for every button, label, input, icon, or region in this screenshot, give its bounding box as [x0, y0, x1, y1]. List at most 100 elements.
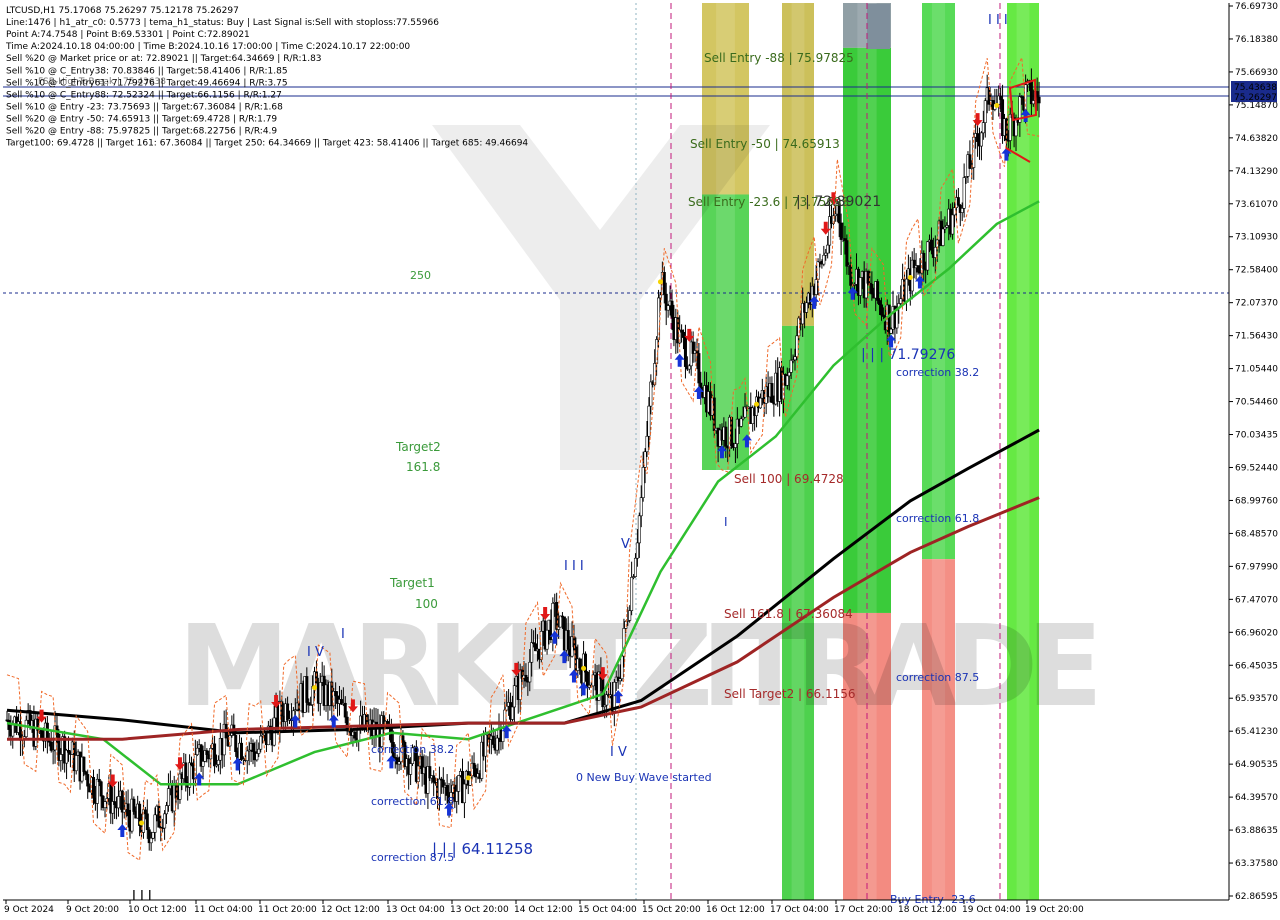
y-tick-label: 76.18380: [1235, 35, 1278, 45]
zone-gray-patch: [867, 4, 890, 49]
candle-body: [432, 775, 436, 783]
candle-body: [787, 372, 791, 377]
candle-body: [151, 832, 155, 839]
candle-body: [45, 722, 49, 741]
candle-body: [641, 466, 645, 498]
candle-body: [234, 735, 238, 752]
x-tick-label: 12 Oct 12:00: [321, 905, 380, 915]
x-tick-label: 18 Oct 12:00: [898, 905, 957, 915]
y-tick-label: 69.52440: [1235, 463, 1278, 473]
candle-body: [530, 642, 534, 663]
price-chart[interactable]: MARKETZITRADE Sell Entry -88 | 75.97825 …: [0, 0, 1280, 920]
correction-61-right: correction 61.8: [896, 512, 979, 525]
candle-body: [143, 809, 147, 815]
candle-body: [637, 515, 641, 544]
y-tick-label: 70.54460: [1235, 398, 1278, 408]
candle-body: [805, 302, 809, 313]
candle-body: [620, 655, 624, 680]
candle-body: [116, 796, 120, 809]
candle-body: [758, 397, 762, 409]
info-line: Sell %20 @ Market price or at: 72.89021 …: [6, 54, 322, 64]
candle-body: [251, 743, 255, 752]
candle-body: [733, 443, 737, 448]
candle-body: [286, 703, 290, 721]
candle-body: [484, 734, 488, 757]
info-line: Sell %20 @ Entry -88: 75.97825 || Target…: [6, 127, 277, 137]
info-overlay: FSB-HighToBreak | 75.43638: [38, 77, 166, 87]
x-tick-label: 13 Oct 04:00: [386, 905, 445, 915]
y-tick-label: 71.56430: [1235, 332, 1278, 342]
candle-body: [1037, 96, 1041, 104]
candle-body: [305, 676, 309, 703]
y-tick-label: 74.63820: [1235, 134, 1278, 144]
wave-iv-left: I V: [307, 645, 324, 660]
candle-body: [353, 731, 357, 739]
wave-iii-bottom: I I I: [132, 889, 152, 904]
candle-body: [462, 783, 466, 804]
candle-body: [878, 300, 882, 306]
candle-body: [687, 365, 691, 370]
candle-body: [11, 724, 15, 737]
candle-body: [739, 418, 743, 427]
candle-body: [682, 331, 686, 338]
candle-body: [239, 742, 243, 761]
candle-body: [645, 435, 649, 453]
candle-body: [91, 777, 95, 799]
x-tick-label: 19 Oct 04:00: [962, 905, 1021, 915]
candle-body: [839, 222, 843, 240]
candle-body: [86, 774, 90, 787]
sell-target2-label: Sell Target2 | 66.1156: [724, 687, 856, 701]
price-tag-label: 75.26297: [1234, 93, 1277, 103]
signal-star-icon: [581, 665, 587, 671]
candle-body: [24, 719, 28, 737]
candle-body: [113, 801, 117, 805]
candle-body: [163, 813, 167, 829]
candle-body: [730, 416, 734, 446]
correction-38-right: correction 38.2: [896, 366, 979, 379]
y-tick-label: 65.93570: [1235, 694, 1278, 704]
candle-body: [409, 763, 413, 775]
signal-star-icon: [994, 102, 1000, 108]
candle-body: [120, 790, 124, 813]
info-line: Sell %10 @ C_Entry88: 72.52324 || Target…: [6, 90, 282, 100]
candle-body: [216, 759, 220, 765]
candle-body: [670, 300, 674, 318]
candle-body: [132, 798, 136, 812]
candle-body: [618, 678, 622, 682]
candle-body: [889, 328, 893, 334]
y-tick-label: 72.58400: [1235, 266, 1278, 276]
candle-body: [99, 781, 103, 797]
signal-star-icon: [139, 820, 145, 826]
x-tick-label: 9 Oct 20:00: [66, 905, 119, 915]
x-tick-label: 16 Oct 12:00: [706, 905, 765, 915]
candle-body: [916, 265, 920, 273]
candle-body: [166, 788, 170, 806]
candle-body: [814, 279, 818, 295]
candle-body: [951, 214, 955, 235]
candle-body: [318, 682, 322, 704]
candle-body: [472, 762, 476, 769]
candle-body: [245, 750, 249, 761]
y-tick-label: 71.05440: [1235, 365, 1278, 375]
candle-body: [401, 735, 405, 743]
candle-body: [858, 277, 862, 296]
candle-body: [257, 748, 261, 754]
x-tick-label: 14 Oct 12:00: [514, 905, 573, 915]
x-tick-label: 9 Oct 2024: [4, 905, 54, 915]
candle-body: [559, 615, 563, 628]
candle-body: [1008, 113, 1012, 141]
y-tick-label: 76.69730: [1235, 2, 1278, 12]
target1-value: 100: [415, 597, 438, 611]
y-tick-label: 68.99760: [1235, 496, 1278, 506]
candle-body: [566, 630, 570, 650]
candle-body: [793, 356, 797, 361]
candle-body: [190, 762, 194, 766]
candle-body: [635, 542, 639, 559]
wave-v: V: [621, 537, 630, 552]
wave-i: I: [341, 627, 345, 642]
candle-body: [666, 305, 670, 311]
candle-body: [84, 771, 88, 775]
candle-body: [495, 737, 499, 751]
x-tick-label: 17 Oct 04:00: [770, 905, 829, 915]
candle-body: [389, 727, 393, 743]
